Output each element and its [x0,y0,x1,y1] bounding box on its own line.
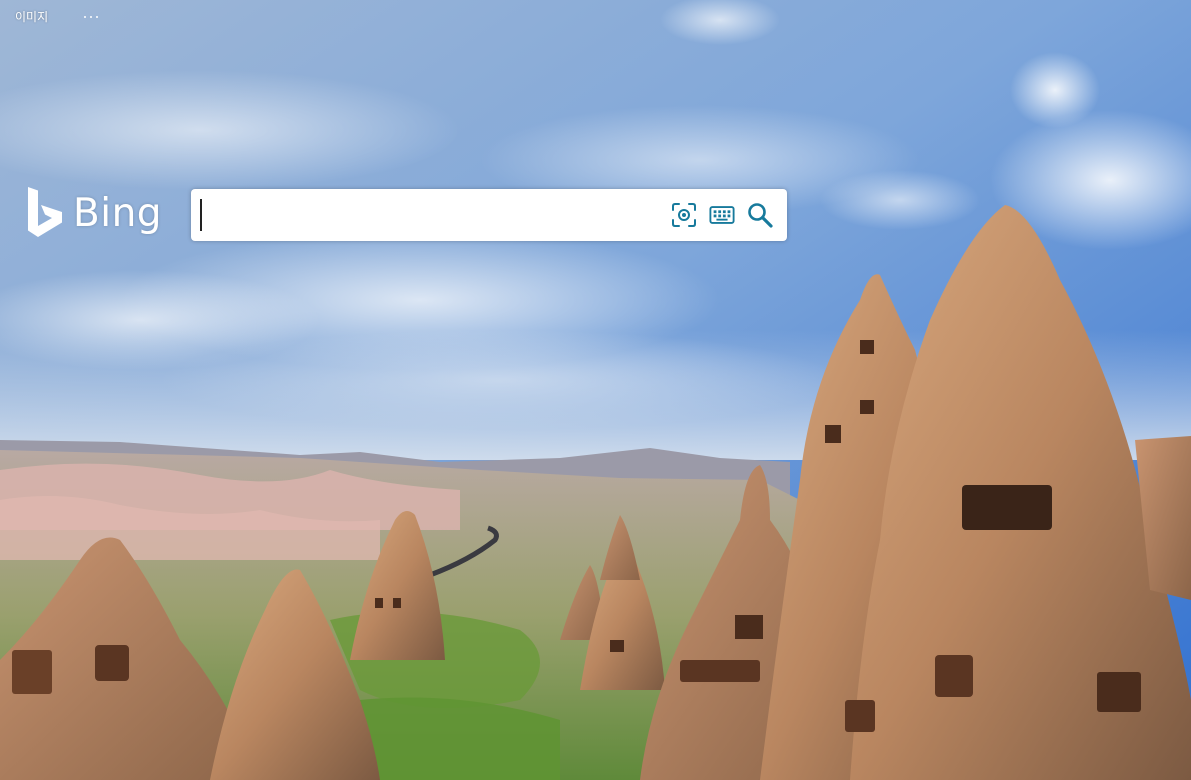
search-button[interactable] [747,202,773,228]
visual-search-icon [672,203,696,227]
bing-homepage: 이미지 Bing [0,0,1191,780]
background-image [0,0,1191,780]
bing-logo-text: Bing [73,191,163,236]
visual-search-button[interactable] [671,202,697,228]
nav-images-link[interactable]: 이미지 [15,8,48,26]
top-nav: 이미지 [15,8,99,26]
bing-logo-icon [28,187,62,237]
search-icon [748,203,773,228]
search-input[interactable] [200,199,671,231]
more-dot [96,16,99,18]
search-actions [671,202,773,228]
search-box [191,189,787,241]
more-menu-button[interactable] [84,8,99,26]
keyboard-button[interactable] [709,202,735,228]
more-dot [90,16,93,18]
more-dot [84,16,87,18]
bing-logo[interactable]: Bing [27,187,162,241]
keyboard-icon [709,206,735,224]
